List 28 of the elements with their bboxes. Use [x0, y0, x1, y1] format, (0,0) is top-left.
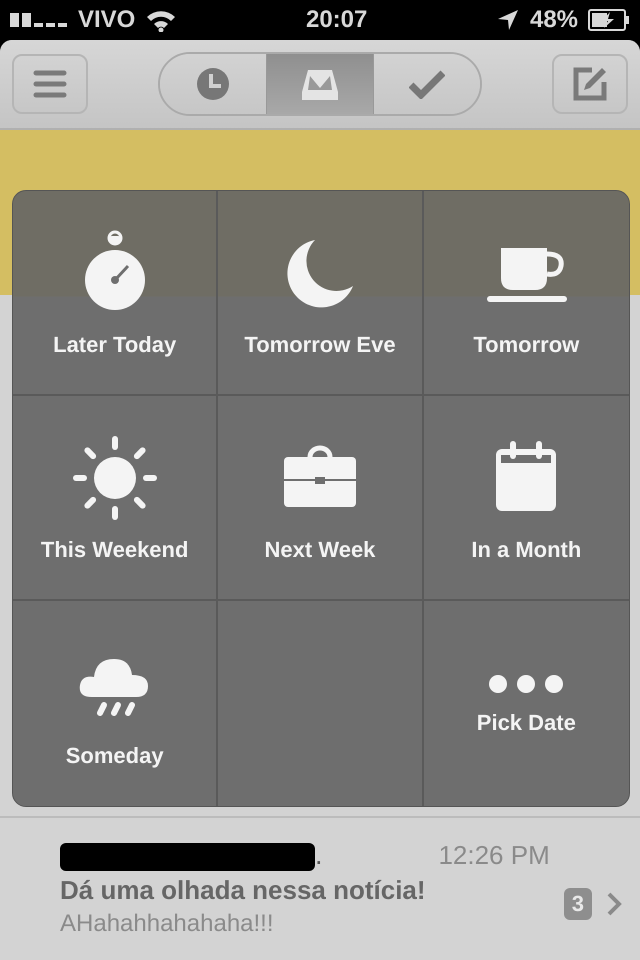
- battery-charging-icon: [588, 9, 630, 31]
- message-subject: Dá uma olhada nessa notícia!: [60, 875, 427, 906]
- snooze-option[interactable]: This Weekend: [13, 396, 218, 601]
- message-time: 12:26 PM: [438, 840, 550, 871]
- compose-button[interactable]: [552, 54, 628, 114]
- snooze-option[interactable]: Someday: [13, 601, 218, 806]
- message-preview: AHahahhahahaha!!!: [60, 910, 275, 938]
- thread-count: 3: [564, 888, 592, 920]
- snooze-option[interactable]: Next Week: [218, 396, 424, 601]
- snooze-option[interactable]: In a Month: [424, 396, 629, 601]
- menu-button[interactable]: [12, 54, 88, 114]
- snooze-option[interactable]: Later Today: [13, 191, 218, 396]
- signal-icon: [10, 13, 68, 27]
- segment-tab[interactable]: [373, 54, 480, 114]
- snooze-option[interactable]: Tomorrow: [424, 191, 629, 396]
- snooze-option[interactable]: Pick Date: [424, 601, 629, 806]
- check-icon: [409, 69, 445, 99]
- clock-icon: [195, 66, 231, 102]
- battery-percent: 48%: [530, 6, 578, 34]
- menu-icon: [33, 70, 67, 98]
- sender-name: .: [315, 840, 323, 871]
- location-arrow-icon: [496, 8, 520, 32]
- snooze-option[interactable]: Tomorrow Eve: [218, 191, 424, 396]
- compose-icon: [572, 66, 608, 102]
- clock-time: 20:07: [306, 6, 368, 34]
- chevron-icon: [606, 891, 622, 917]
- carrier-name: VIVO: [78, 6, 136, 34]
- segment-tab[interactable]: [266, 54, 373, 114]
